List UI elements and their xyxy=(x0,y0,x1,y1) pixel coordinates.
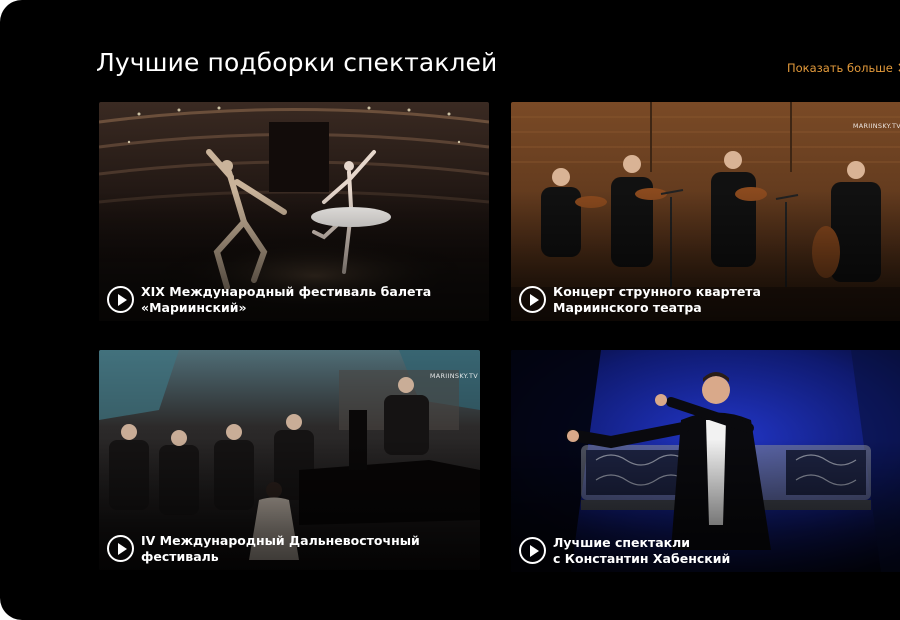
watermark: MARIINSKY.TV xyxy=(429,372,478,380)
play-circle-icon[interactable] xyxy=(107,535,134,562)
card-title: Концерт струнного квартета Мариинского т… xyxy=(553,284,761,315)
card-title: Лучшие спектакли с Константин Хабенский xyxy=(553,535,731,566)
show-more-link[interactable]: Показать больше xyxy=(787,61,900,75)
section-title: Лучшие подборки спектаклей xyxy=(96,48,498,77)
watermark: MARIINSKY.TV xyxy=(852,122,900,130)
collection-card-far-east-festival[interactable]: MARIINSKY.TV IV Международный Дальневост… xyxy=(99,350,480,570)
collection-card-khabensky[interactable]: Лучшие спектакли с Константин Хабенский xyxy=(511,350,900,572)
play-circle-icon[interactable] xyxy=(519,286,546,313)
play-circle-icon[interactable] xyxy=(107,286,134,313)
collections-section: Лучшие подборки спектаклей Показать боль… xyxy=(0,0,900,620)
show-more-label: Показать больше xyxy=(787,61,893,75)
card-title: IV Международный Дальневосточный фестива… xyxy=(141,533,420,564)
play-circle-icon[interactable] xyxy=(519,537,546,564)
collection-card-ballet[interactable]: XIX Международный фестиваль балета «Мари… xyxy=(99,102,489,321)
collection-card-quartet[interactable]: MARIINSKY.TV Концерт струнного квартета … xyxy=(511,102,900,321)
card-title: XIX Международный фестиваль балета «Мари… xyxy=(141,284,432,315)
